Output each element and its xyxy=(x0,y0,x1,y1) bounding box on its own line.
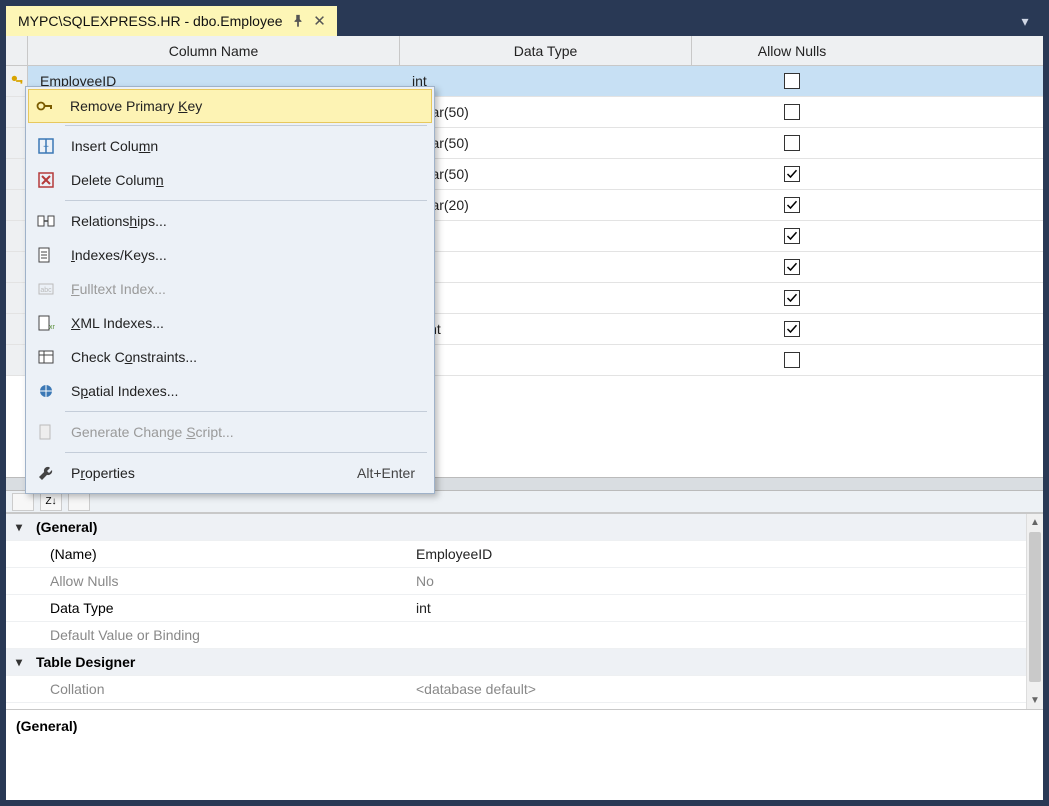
row-header-gutter xyxy=(6,36,28,65)
tab-bar: MYPC\SQLEXPRESS.HR - dbo.Employee ✕ ▾ xyxy=(6,6,1043,36)
delete-column-icon xyxy=(35,171,57,189)
context-menu: Remove Primary Key + Insert Column Delet… xyxy=(25,86,435,494)
cell-allow-nulls[interactable] xyxy=(692,66,892,96)
cell-data-type[interactable]: rchar(50) xyxy=(400,97,692,127)
script-icon xyxy=(35,423,57,441)
menu-check-constraints[interactable]: Check Constraints... xyxy=(29,340,431,374)
key-icon xyxy=(34,97,56,115)
menu-delete-column[interactable]: Delete Column xyxy=(29,163,431,197)
prop-row-allow-nulls[interactable]: Allow Nulls No xyxy=(6,568,1043,595)
cell-data-type[interactable]: int xyxy=(400,66,692,96)
grid-header: Column Name Data Type Allow Nulls xyxy=(6,36,1043,66)
prop-row-name[interactable]: (Name) EmployeeID xyxy=(6,541,1043,568)
header-data-type[interactable]: Data Type xyxy=(400,36,692,65)
menu-generate-change-script: Generate Change Script... xyxy=(29,415,431,449)
menu-relationships[interactable]: Relationships... xyxy=(29,204,431,238)
scroll-thumb[interactable] xyxy=(1029,532,1041,682)
header-allow-nulls[interactable]: Allow Nulls xyxy=(692,36,892,65)
insert-column-icon: + xyxy=(35,137,57,155)
fulltext-icon: abc xyxy=(35,280,57,298)
scroll-up-icon[interactable]: ▲ xyxy=(1027,514,1043,531)
svg-text:+: + xyxy=(43,142,49,153)
check-constraints-icon xyxy=(35,348,57,366)
prop-row-data-type[interactable]: Data Type int xyxy=(6,595,1043,622)
menu-indexes-keys[interactable]: Indexes/Keys... xyxy=(29,238,431,272)
close-icon[interactable]: ✕ xyxy=(313,14,327,28)
prop-row-collation[interactable]: Collation <database default> xyxy=(6,676,1043,703)
xml-icon: xml xyxy=(35,314,57,332)
property-description-pane: (General) xyxy=(6,710,1043,800)
menu-spatial-indexes[interactable]: Spatial Indexes... xyxy=(29,374,431,408)
properties-toolbar: Z↓ xyxy=(6,491,1043,513)
relationships-icon xyxy=(35,212,57,230)
header-column-name[interactable]: Column Name xyxy=(28,36,400,65)
property-grid: ▾ (General) (Name) EmployeeID Allow Null… xyxy=(6,514,1043,710)
collapse-icon[interactable]: ▾ xyxy=(6,655,32,669)
tab-overflow-button[interactable]: ▾ xyxy=(1013,6,1037,36)
prop-row-default-value[interactable]: Default Value or Binding xyxy=(6,622,1043,649)
shortcut-label: Alt+Enter xyxy=(357,465,431,481)
collapse-icon[interactable]: ▾ xyxy=(6,520,32,534)
wrench-icon xyxy=(35,464,57,482)
menu-xml-indexes[interactable]: xml XML Indexes... xyxy=(29,306,431,340)
prop-group-general[interactable]: ▾ (General) xyxy=(6,514,1043,541)
property-pages-button[interactable] xyxy=(68,493,90,511)
svg-text:xml: xml xyxy=(49,324,55,331)
tab-title: MYPC\SQLEXPRESS.HR - dbo.Employee xyxy=(18,13,283,29)
cell-allow-nulls[interactable] xyxy=(692,97,892,127)
document-tab[interactable]: MYPC\SQLEXPRESS.HR - dbo.Employee ✕ xyxy=(6,6,337,36)
pin-icon[interactable] xyxy=(291,14,305,28)
vertical-scrollbar[interactable]: ▲ ▼ xyxy=(1026,514,1043,709)
categorized-button[interactable] xyxy=(12,493,34,511)
menu-properties[interactable]: Properties Alt+Enter xyxy=(29,456,431,490)
spatial-icon xyxy=(35,382,57,400)
indexes-icon xyxy=(35,246,57,264)
prop-group-table-designer[interactable]: ▾ Table Designer xyxy=(6,649,1043,676)
alphabetical-button[interactable]: Z↓ xyxy=(40,493,62,511)
menu-insert-column[interactable]: + Insert Column xyxy=(29,129,431,163)
description-title: (General) xyxy=(16,718,1033,734)
properties-panel: ▾ (General) (Name) EmployeeID Allow Null… xyxy=(6,513,1043,800)
svg-text:abc: abc xyxy=(40,287,52,294)
scroll-down-icon[interactable]: ▼ xyxy=(1027,692,1043,709)
menu-fulltext-index: abc Fulltext Index... xyxy=(29,272,431,306)
menu-remove-primary-key[interactable]: Remove Primary Key xyxy=(28,89,432,123)
